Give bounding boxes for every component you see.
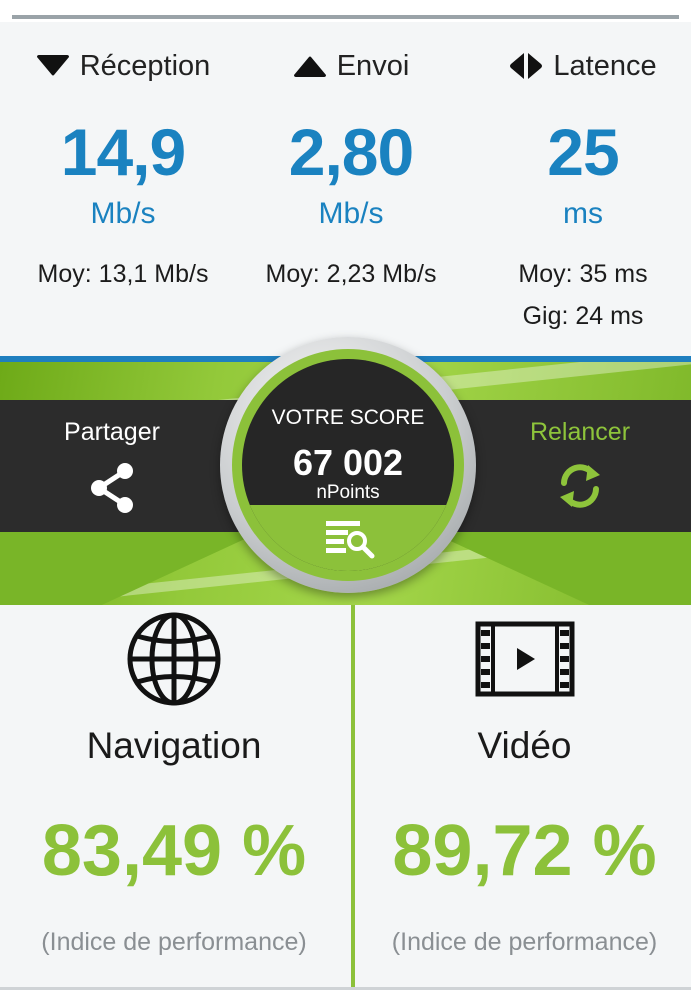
score-badge[interactable]: VOTRE SCORE 67 002 nPoints: [220, 337, 476, 593]
triangle-up-icon: [293, 56, 326, 77]
retry-label: Relancer: [529, 418, 631, 446]
upload-label: Envoi: [336, 49, 410, 82]
score-value: 67 002: [292, 442, 404, 483]
film-play-icon: [475, 621, 574, 697]
reception-unit: Mb/s: [90, 197, 156, 230]
share-label: Partager: [64, 418, 160, 446]
latency-label: Latence: [553, 49, 657, 82]
latency-peak: Gig: 24 ms: [522, 302, 644, 330]
navigation-note: (Indice de performance): [41, 928, 307, 956]
refresh-icon: [560, 464, 600, 508]
share-icon: [91, 463, 133, 513]
latency-arrows-icon: [510, 53, 543, 79]
navigation-panel[interactable]: Navigation 83,49 % (Indice de performanc…: [0, 605, 348, 987]
reception-value: 14,9: [60, 115, 186, 189]
reception-header: Réception: [8, 48, 238, 84]
reception-label: Réception: [79, 49, 211, 82]
share-button[interactable]: Partager: [12, 412, 212, 522]
navigation-title: Navigation: [86, 725, 262, 766]
globe-icon: [127, 612, 221, 706]
video-note: (Indice de performance): [391, 928, 658, 956]
upload-header: Envoi: [236, 48, 466, 84]
stats-section: Réception 14,9 Mb/s Moy: 13,1 Mb/s Envoi…: [0, 22, 691, 356]
reception-stat: Réception 14,9 Mb/s Moy: 13,1 Mb/s: [8, 22, 238, 356]
latency-stat: Latence 25 ms Moy: 35 ms Gig: 24 ms: [468, 22, 691, 356]
film-icon-wrap: [358, 609, 691, 709]
upload-unit: Mb/s: [318, 197, 384, 230]
latency-average: Moy: 35 ms: [518, 260, 648, 288]
details-search-icon[interactable]: [324, 517, 376, 561]
latency-unit: ms: [563, 197, 603, 230]
navigation-score: 83,49 %: [41, 811, 307, 891]
latency-header: Latence: [468, 48, 691, 84]
video-title: Vidéo: [477, 725, 572, 766]
video-panel[interactable]: Vidéo 89,72 % (Indice de performance): [358, 605, 691, 987]
panel-divider: [348, 605, 358, 987]
retry-button[interactable]: Relancer: [480, 412, 680, 522]
top-frame: [0, 0, 691, 22]
reception-average: Moy: 13,1 Mb/s: [37, 260, 209, 288]
video-score: 89,72 %: [392, 811, 657, 891]
upload-average: Moy: 2,23 Mb/s: [265, 260, 437, 288]
latency-value: 25: [547, 115, 619, 189]
upload-value: 2,80: [288, 115, 414, 189]
triangle-down-icon: [36, 55, 69, 76]
upload-stat: Envoi 2,80 Mb/s Moy: 2,23 Mb/s: [236, 22, 466, 356]
score-unit: nPoints: [316, 482, 380, 503]
score-core: VOTRE SCORE 67 002 nPoints: [242, 359, 454, 571]
globe-icon-wrap: [0, 609, 348, 709]
score-title: VOTRE SCORE: [271, 406, 425, 429]
top-divider: [12, 15, 679, 19]
score-ring: VOTRE SCORE 67 002 nPoints: [232, 349, 464, 581]
